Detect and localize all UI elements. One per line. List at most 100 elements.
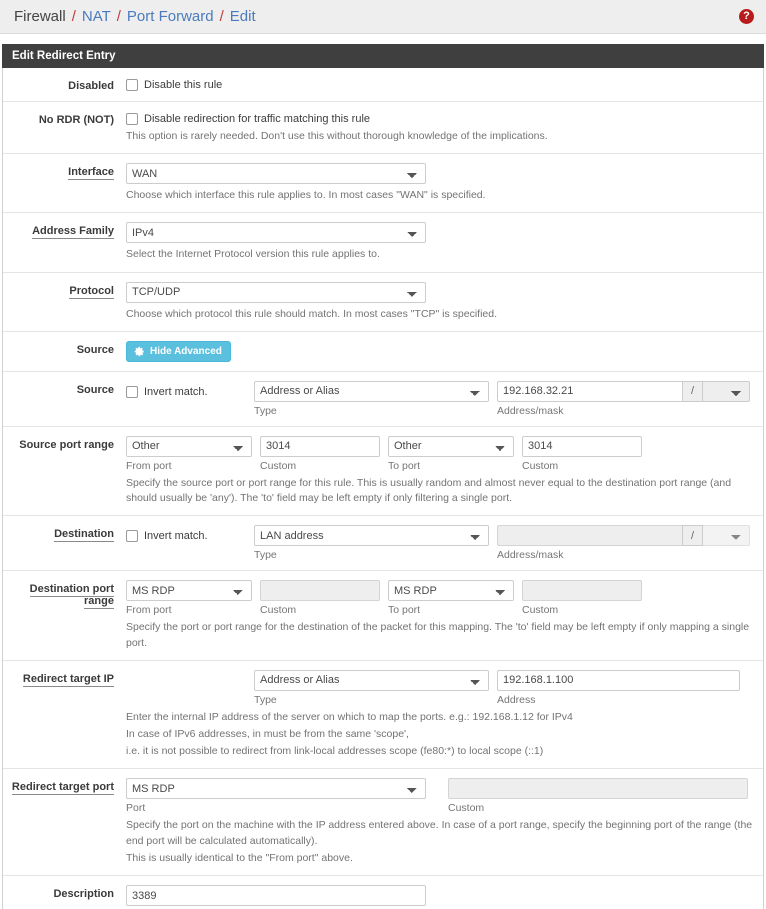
destination-from-custom-group: Custom [260,580,380,616]
destination-address-input-group: / [497,525,750,547]
control-source-port-range: Other From port Custom Other To port [126,435,763,506]
hint-interface: Choose which interface this rule applies… [126,189,486,202]
redirect-target-address-input[interactable] [497,669,740,691]
source-from-port-sublabel: From port [126,459,172,472]
breadcrumb: Firewall / NAT / Port Forward / Edit [14,8,256,25]
source-from-custom-input[interactable] [260,435,380,457]
row-source: Source Invert match. Address or Alias Ty… [3,371,763,427]
source-address-input[interactable] [497,380,682,402]
address-family-select[interactable]: IPv4 [126,222,426,244]
control-destination: Invert match. LAN address Type / Address… [126,525,763,561]
control-address-family: IPv4 Select the Internet Protocol versio… [126,222,763,262]
control-source-advanced: Hide Advanced [126,340,763,362]
redirect-target-type-sublabel: Type [254,693,277,706]
hint-redirect-target-ip-3: i.e. it is not possible to redirect from… [126,745,544,758]
row-destination-port-range: Destination port range MS RDP From port … [3,571,763,661]
breadcrumb-item-edit[interactable]: Edit [230,8,256,25]
no-rdr-checkbox-wrap[interactable]: Disable redirection for traffic matching… [126,111,753,125]
control-no-rdr: Disable redirection for traffic matching… [126,111,763,144]
destination-to-port-select[interactable]: MS RDP [388,580,514,602]
label-destination: Destination [54,528,114,543]
destination-type-select[interactable]: LAN address [254,525,489,547]
redirect-target-ip-spacer [126,670,254,673]
no-rdr-label: Disable redirection for traffic matching… [144,113,371,125]
destination-from-port-group: MS RDP From port [126,580,252,616]
row-address-family: Address Family IPv4 Select the Internet … [3,213,763,273]
destination-address-group: / Address/mask [497,525,750,561]
label-protocol: Protocol [69,284,114,299]
row-description: Description A description may be entered… [3,876,763,909]
source-slash-addon: / [682,380,703,402]
source-type-select[interactable]: Address or Alias [254,380,489,402]
source-invert-checkbox[interactable] [126,385,138,398]
breadcrumb-separator: / [219,8,224,25]
row-source-advanced-toggle: Source Hide Advanced [3,331,763,372]
label-interface: Interface [68,166,114,181]
source-from-port-select[interactable]: Other [126,435,252,457]
breadcrumb-separator: / [71,8,76,25]
destination-to-port-group: MS RDP To port [388,580,514,616]
source-to-port-select[interactable]: Other [388,435,514,457]
hint-destination-port-range: Specify the port or port range for the d… [126,621,750,649]
interface-select[interactable]: WAN [126,163,426,185]
source-invert-checkbox-wrap[interactable]: Invert match. [126,384,254,398]
destination-mask-select [703,525,750,547]
control-disabled: Disable this rule [126,77,763,91]
source-type-sublabel: Type [254,404,277,417]
row-destination: Destination Invert match. LAN address Ty… [3,516,763,572]
label-source-advanced: Source [76,343,114,356]
disable-rule-checkbox-wrap[interactable]: Disable this rule [126,77,753,91]
breadcrumb-item-port-forward[interactable]: Port Forward [127,8,214,25]
panel-heading-edit-redirect-entry: Edit Redirect Entry [2,44,764,68]
control-source: Invert match. Address or Alias Type / [126,380,763,417]
source-mask-select[interactable] [703,380,750,402]
destination-to-custom-group: Custom [522,580,642,616]
label-address-family: Address Family [32,225,114,240]
control-interface: WAN Choose which interface this rule app… [126,163,763,203]
hint-no-rdr: This option is rarely needed. Don't use … [126,130,548,142]
source-address-sublabel: Address/mask [497,404,564,417]
destination-invert-checkbox[interactable] [126,530,138,543]
hide-advanced-label: Hide Advanced [150,345,222,357]
source-invert-group: Invert match. [126,381,254,398]
control-description: A description may be entered here for ad… [126,885,763,909]
redirect-target-port-select[interactable]: MS RDP [126,778,426,800]
redirect-target-type-select[interactable]: Address or Alias [254,669,489,691]
help-circle-icon[interactable]: ? [739,9,754,24]
hide-advanced-button[interactable]: Hide Advanced [126,340,231,362]
source-type-group: Address or Alias Type [254,380,489,417]
hint-redirect-target-port-1: Specify the port on the machine with the… [126,819,753,847]
destination-invert-checkbox-wrap[interactable]: Invert match. [126,528,254,543]
breadcrumb-item-nat[interactable]: NAT [82,8,111,25]
breadcrumb-item-firewall[interactable]: Firewall [14,8,66,25]
source-from-custom-group: Custom [260,435,380,472]
description-input[interactable] [126,885,426,907]
no-rdr-checkbox[interactable] [126,113,138,125]
hint-redirect-target-port-2: This is usually identical to the "From p… [126,851,353,864]
hint-redirect-target-ip-2: In case of IPv6 addresses, in must be fr… [126,727,409,740]
destination-invert-group: Invert match. [126,525,254,543]
row-redirect-target-port: Redirect target port MS RDP Port Custom … [3,769,763,877]
destination-from-port-select[interactable]: MS RDP [126,580,252,602]
row-disabled: Disabled Disable this rule [3,68,763,102]
destination-slash-addon: / [682,525,703,547]
control-destination-port-range: MS RDP From port Custom MS RDP To port C… [126,580,763,650]
source-to-port-sublabel: To port [388,459,421,472]
destination-type-sublabel: Type [254,549,277,562]
disable-rule-label: Disable this rule [144,79,223,91]
destination-to-custom-input [522,580,642,602]
disable-rule-checkbox[interactable] [126,79,138,91]
destination-to-port-sublabel: To port [388,604,421,617]
destination-address-sublabel: Address/mask [497,549,564,562]
row-protocol: Protocol TCP/UDP Choose which protocol t… [3,272,763,332]
hint-source-port-range: Specify the source port or port range fo… [126,476,732,505]
hint-address-family: Select the Internet Protocol version thi… [126,248,380,261]
hint-redirect-target-ip-1: Enter the internal IP address of the ser… [126,710,573,723]
row-redirect-target-ip: Redirect target IP Address or Alias Type… [3,660,763,770]
hint-protocol: Choose which protocol this rule should m… [126,307,498,320]
destination-type-group: LAN address Type [254,525,489,561]
source-to-custom-input[interactable] [522,435,642,457]
row-no-rdr: No RDR (NOT) Disable redirection for tra… [3,102,763,155]
protocol-select[interactable]: TCP/UDP [126,281,426,303]
label-disabled: Disabled [68,80,114,92]
